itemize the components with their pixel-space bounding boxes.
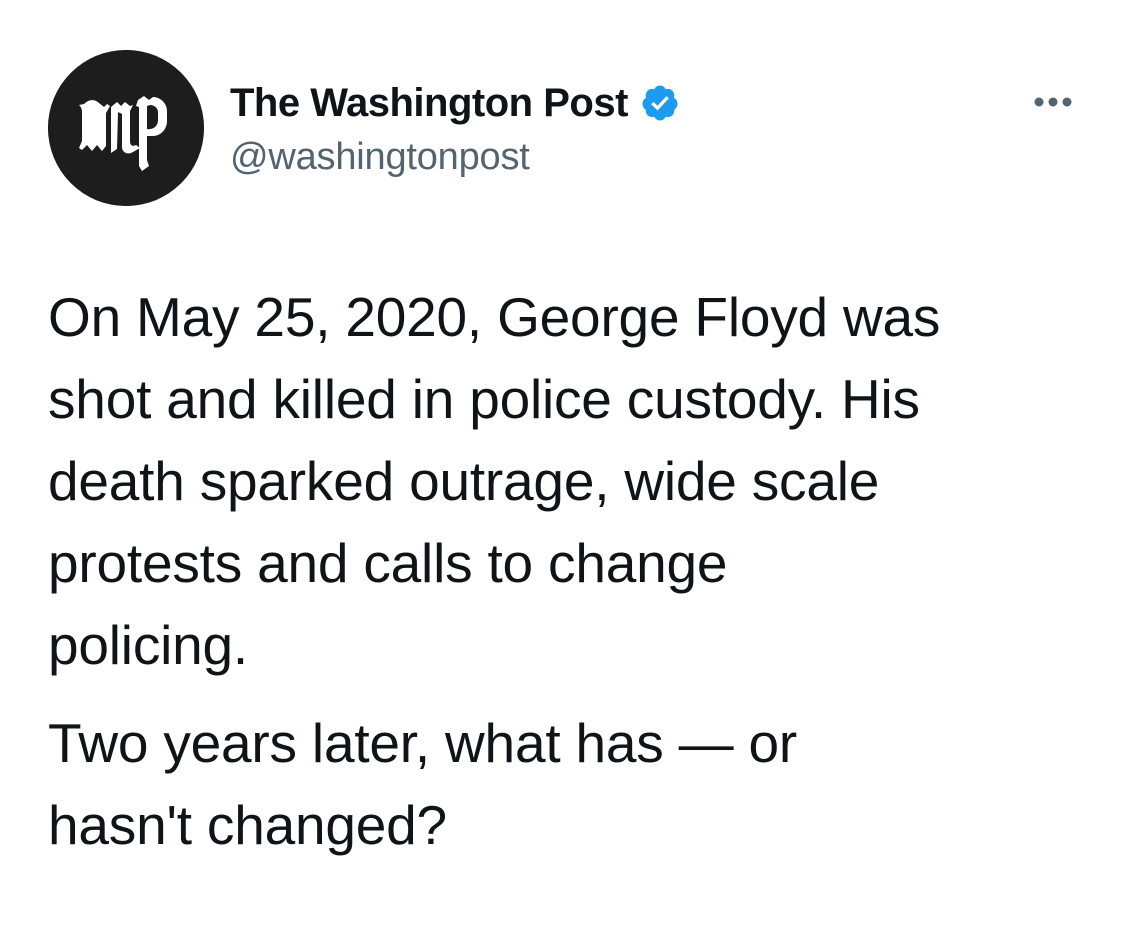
tweet-paragraph-1: On May 25, 2020, George Floyd was shot a… [48,286,941,676]
more-options-icon [1034,97,1072,107]
washington-post-logo-icon [48,50,204,206]
more-options-button[interactable] [1018,82,1088,122]
tweet-header: The Washington Post @washingtonpost [230,78,990,188]
tweet-text: On May 25, 2020, George Floyd was shot a… [48,276,1098,866]
display-name[interactable]: The Washington Post [230,78,628,128]
avatar[interactable] [48,50,204,206]
tweet-card: The Washington Post @washingtonpost On M… [0,0,1125,930]
name-row: The Washington Post [230,78,990,128]
user-handle[interactable]: @washingtonpost [230,134,990,180]
verified-badge-icon [640,83,680,123]
tweet-paragraph-2: Two years later, what has — or hasn't ch… [48,712,798,856]
